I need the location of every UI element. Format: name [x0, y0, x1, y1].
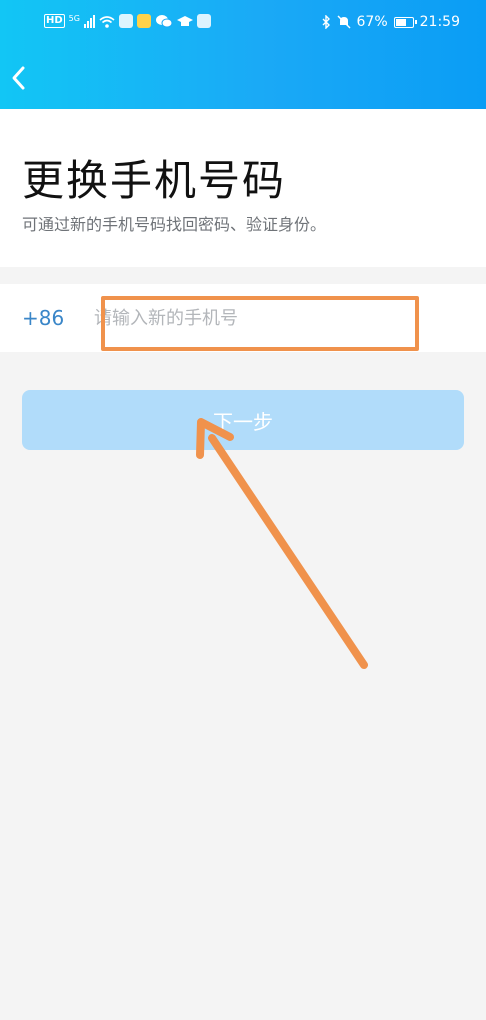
graduation-cap-icon: [176, 16, 193, 26]
top-bar: HD 5G 67% 21:59: [0, 0, 486, 109]
wifi-icon: [99, 15, 115, 28]
page-subtitle: 可通过新的手机号码找回密码、验证身份。: [22, 215, 327, 234]
annotation-highlight-box: [101, 296, 419, 351]
paw-app-icon-2: [196, 14, 211, 28]
next-button[interactable]: 下一步: [22, 390, 464, 450]
network-type: 5G: [68, 13, 80, 23]
paw-app-icon: [118, 14, 133, 28]
signal-icon: [83, 14, 95, 28]
hd-badge: HD: [44, 14, 65, 28]
chevron-left-icon[interactable]: [8, 64, 30, 92]
colorful-app-icon: [136, 14, 151, 28]
page-title: 更换手机号码: [22, 156, 287, 205]
battery-icon: [393, 16, 417, 28]
status-right: 67% 21:59: [321, 14, 460, 30]
bluetooth-icon: [322, 15, 330, 29]
country-code-selector[interactable]: +86: [22, 306, 64, 330]
status-bar: HD 5G 67% 21:59: [0, 0, 486, 46]
clock: 21:59: [419, 14, 460, 30]
wechat-icon: [155, 15, 173, 28]
page-header: 更换手机号码 可通过新的手机号码找回密码、验证身份。: [0, 109, 486, 267]
battery-percent: 67%: [356, 14, 388, 30]
bell-muted-icon: [337, 15, 351, 29]
status-left: HD 5G: [44, 14, 211, 28]
